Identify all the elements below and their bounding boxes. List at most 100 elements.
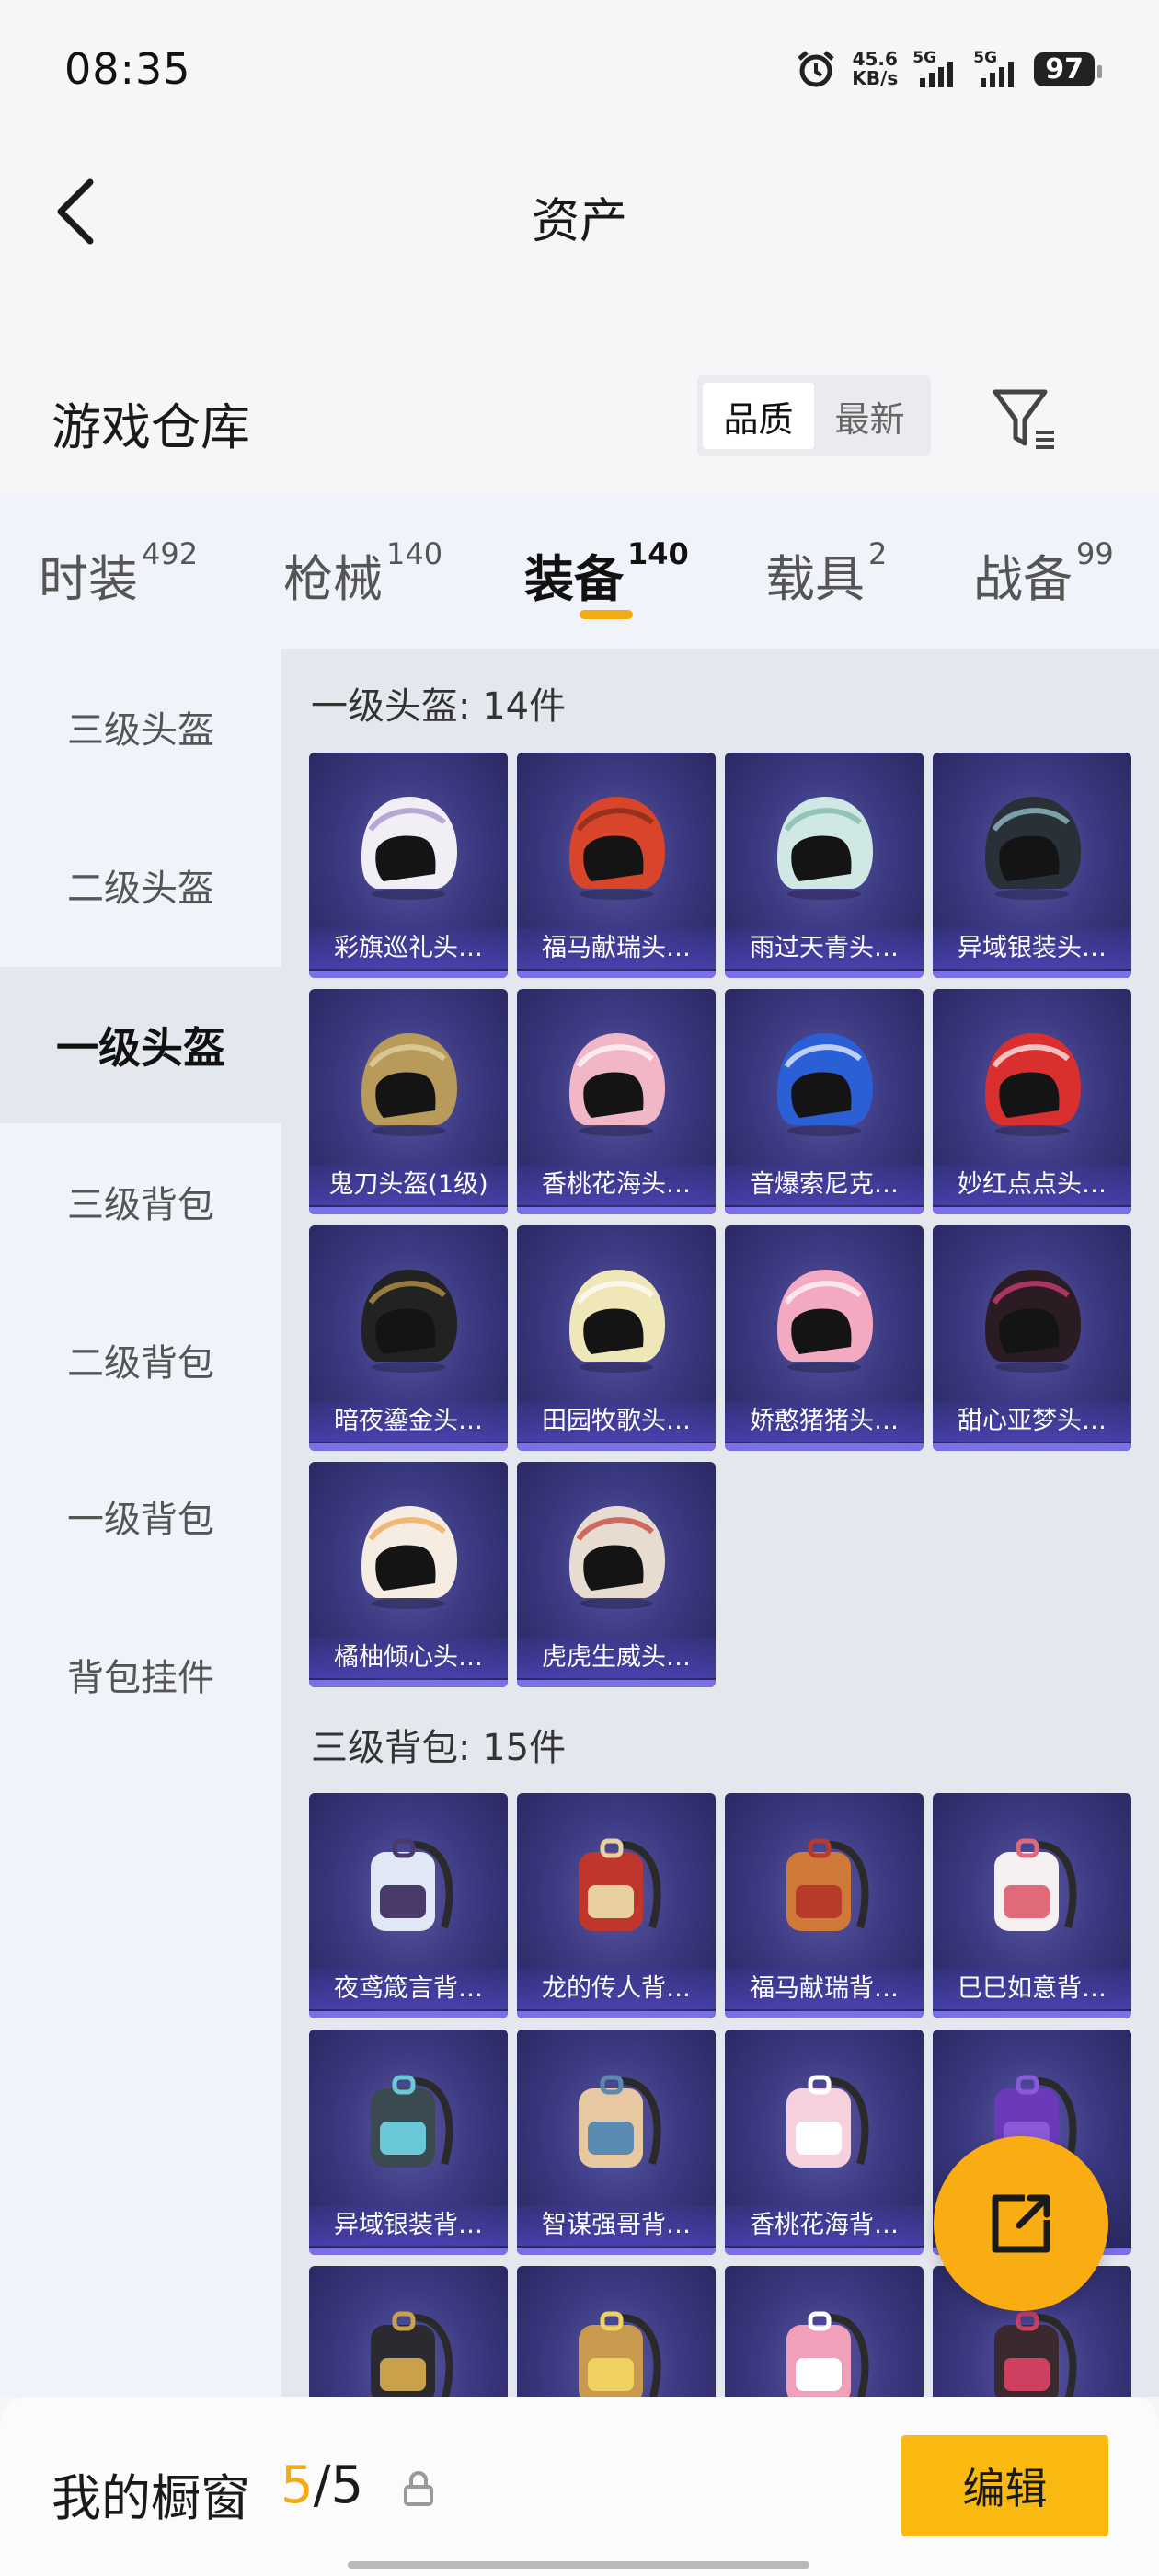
helmet-icon [569, 1270, 665, 1373]
helmet-icon [361, 1506, 457, 1609]
item-card[interactable]: 福马献瑞头… [517, 753, 716, 978]
helmet-icon [361, 1033, 457, 1136]
sort-toggle: 品质 最新 [697, 375, 931, 456]
item-card[interactable]: 福马献瑞背… [725, 1793, 924, 2018]
item-name: 音爆索尼克… [725, 1165, 924, 1205]
sidebar-item-level2-helmet[interactable]: 二级头盔 [0, 807, 281, 963]
item-name: 甜心亚梦头… [933, 1401, 1131, 1442]
tab-vehicles[interactable]: 载具 2 [765, 536, 888, 611]
item-card[interactable]: 雨过天青头… [725, 753, 924, 978]
item-card[interactable] [725, 2266, 924, 2397]
section-title: 三级背包: 15件 [311, 1727, 567, 1769]
item-card[interactable]: 妙红点点头… [933, 989, 1131, 1214]
item-card[interactable]: 娇憨猪猪头… [725, 1225, 924, 1451]
item-card[interactable]: 虎虎生威头… [517, 1462, 716, 1687]
tab-label: 装备 [524, 550, 624, 608]
sidebar-item-level1-helmet[interactable]: 一级头盔 [0, 967, 281, 1123]
item-card[interactable]: 香桃花海背… [725, 2030, 924, 2255]
net-speed-unit: KB/s [852, 67, 899, 89]
item-name: 巳巳如意背… [933, 1969, 1131, 2009]
filter-icon[interactable] [988, 383, 1061, 456]
signal-icon: 5G [973, 49, 1019, 89]
edit-button[interactable]: 编辑 [901, 2435, 1108, 2536]
home-indicator [348, 2561, 809, 2569]
item-name: 福马献瑞头… [517, 928, 716, 969]
tab-count: 140 [627, 536, 689, 571]
backpack-icon [786, 2311, 869, 2397]
item-card[interactable]: 田园牧歌头… [517, 1225, 716, 1451]
item-name: 龙的传人背… [517, 1969, 716, 2009]
item-card[interactable]: 甜心亚梦头… [933, 1225, 1131, 1451]
item-name: 福马献瑞背… [725, 1969, 924, 2009]
item-name: 妙红点点头… [933, 1165, 1131, 1205]
tab-supplies[interactable]: 战备 99 [973, 536, 1114, 611]
status-icons: 45.6 KB/s 5G 5G 97 [795, 46, 1102, 92]
item-name: 异域银装头… [933, 928, 1131, 969]
item-name: 雨过天青头… [725, 928, 924, 969]
item-card[interactable]: 夜鸢箴言背… [309, 1793, 508, 2018]
helmet-icon [569, 797, 665, 900]
helmet-icon [777, 1033, 873, 1136]
alarm-icon [798, 51, 834, 87]
sidebar-item-level1-backpack[interactable]: 一级背包 [0, 1438, 281, 1594]
sidebar-item-backpack-pendant[interactable]: 背包挂件 [0, 1596, 281, 1753]
tab-fashion[interactable]: 时装 492 [39, 536, 198, 611]
tab-count: 2 [868, 536, 888, 571]
showcase-current: 5 [281, 2455, 314, 2515]
item-name: 田园牧歌头… [517, 1401, 716, 1442]
sort-quality-button[interactable]: 品质 [703, 383, 814, 449]
item-card[interactable]: 鬼刀头盔(1级) [309, 989, 508, 1214]
item-name: 鬼刀头盔(1级) [309, 1165, 508, 1205]
item-card[interactable]: 智谋强哥背… [517, 2030, 716, 2255]
item-card[interactable] [517, 2266, 716, 2397]
backpack-icon [579, 2311, 661, 2397]
page-title: 资产 [531, 194, 627, 249]
helmet-icon [985, 1033, 1081, 1136]
tab-equipment[interactable]: 装备 140 [524, 536, 689, 611]
battery-indicator: 97 [1034, 52, 1102, 86]
item-card[interactable]: 暗夜鎏金头… [309, 1225, 508, 1451]
active-tab-indicator [580, 610, 633, 619]
net-speed-value: 45.6 [852, 48, 898, 70]
item-card[interactable] [309, 2266, 508, 2397]
share-button[interactable] [934, 2136, 1108, 2311]
helmet-icon [985, 797, 1081, 900]
sidebar-item-level2-backpack[interactable]: 二级背包 [0, 1282, 281, 1438]
item-card[interactable]: 异域银装头… [933, 753, 1131, 978]
item-name: 暗夜鎏金头… [309, 1401, 508, 1442]
page-header: 资产 [0, 138, 1159, 285]
item-card[interactable]: 音爆索尼克… [725, 989, 924, 1214]
item-card[interactable]: 异域银装背… [309, 2030, 508, 2255]
item-card[interactable]: 龙的传人背… [517, 1793, 716, 2018]
backpack-icon [994, 1838, 1077, 1931]
item-card[interactable]: 彩旗巡礼头… [309, 753, 508, 978]
backpack-icon [371, 2311, 453, 2397]
lock-icon [404, 2471, 433, 2506]
tab-count: 99 [1076, 536, 1114, 571]
helmet-icon [777, 1270, 873, 1373]
warehouse-title: 游戏仓库 [52, 398, 250, 456]
item-card[interactable]: 巳巳如意背… [933, 1793, 1131, 2018]
item-name: 娇憨猪猪头… [725, 1401, 924, 1442]
sort-latest-button[interactable]: 最新 [814, 383, 925, 449]
backpack-icon [994, 2311, 1077, 2397]
backpack-icon [579, 1838, 661, 1931]
item-name: 异域银装背… [309, 2205, 508, 2246]
tab-label: 战备 [973, 550, 1073, 608]
item-name: 香桃花海头… [517, 1165, 716, 1205]
showcase-count: 5/5 [281, 2455, 363, 2515]
item-name: 虎虎生威头… [517, 1638, 716, 1678]
item-content: 一级头盔: 14件 彩旗巡礼头… 福马献瑞头… 雨过天青头… 异域银装头… 鬼刀头盔(1… [281, 649, 1159, 2397]
backpack-icon [786, 1838, 869, 1931]
item-name: 彩旗巡礼头… [309, 928, 508, 969]
tab-label: 载具 [765, 550, 865, 608]
tab-firearms[interactable]: 枪械 140 [283, 536, 442, 611]
item-card[interactable]: 橘柚倾心头… [309, 1462, 508, 1687]
sidebar-item-level3-helmet[interactable]: 三级头盔 [0, 649, 281, 805]
status-bar: 08:35 45.6 KB/s 5G 5G 97 [0, 0, 1159, 138]
item-name: 橘柚倾心头… [309, 1638, 508, 1678]
showcase-bar: 我的橱窗 5/5 编辑 [0, 2397, 1159, 2576]
item-card[interactable]: 香桃花海头… [517, 989, 716, 1214]
tab-label: 枪械 [283, 550, 383, 608]
sidebar-item-level3-backpack[interactable]: 三级背包 [0, 1123, 281, 1280]
